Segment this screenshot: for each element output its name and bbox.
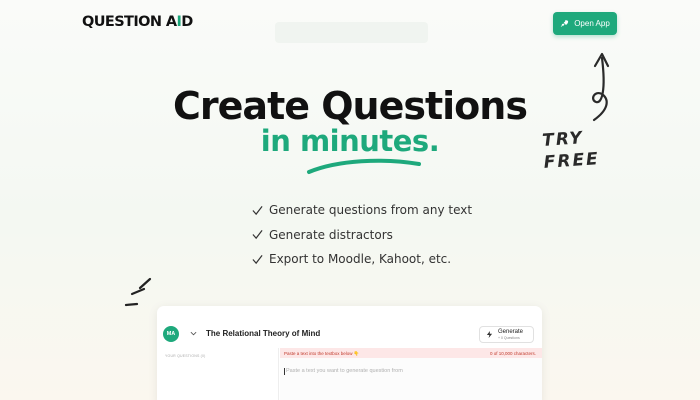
text-input-placeholder: Paste a text you want to generate questi… — [286, 368, 403, 374]
feature-text: Generate distractors — [269, 227, 393, 242]
logo-prefix: QUESTION A — [82, 14, 177, 30]
generate-button[interactable]: Generate + 0 Questions — [479, 326, 534, 343]
divider — [278, 348, 279, 400]
feature-item: Export to Moodle, Kahoot, etc. — [252, 247, 472, 272]
feature-text: Export to Moodle, Kahoot, etc. — [269, 252, 452, 267]
document-title[interactable]: The Relational Theory of Mind — [206, 329, 320, 338]
open-app-button[interactable]: Open App — [553, 12, 617, 35]
sparkle-dashes-icon — [124, 277, 152, 307]
check-icon — [252, 230, 263, 240]
feature-list: Generate questions from any text Generat… — [252, 198, 472, 272]
notice-text: Paste a text into the textbox below 👇 — [284, 350, 360, 356]
hero-underline-icon — [307, 158, 421, 174]
avatar[interactable]: MA — [163, 326, 179, 342]
nav-placeholder — [275, 22, 428, 43]
check-icon — [252, 205, 263, 215]
logo-suffix: D — [181, 14, 193, 30]
lightning-icon — [486, 331, 493, 338]
check-icon — [252, 254, 263, 264]
generate-sub: + 0 Questions — [498, 335, 520, 340]
free-label: FREE — [543, 149, 601, 173]
feature-item: Generate distractors — [252, 223, 472, 248]
char-count: 0 of 10,000 characters. — [489, 350, 536, 356]
text-cursor — [284, 368, 285, 375]
feature-text: Generate questions from any text — [269, 203, 473, 218]
curly-arrow-icon — [592, 52, 610, 122]
rocket-icon — [560, 20, 569, 27]
feature-item: Generate questions from any text — [252, 198, 472, 223]
open-app-label: Open App — [574, 19, 610, 28]
logo[interactable]: QUESTION AID — [82, 14, 193, 30]
try-free-label: TRY FREE — [542, 126, 601, 174]
text-input[interactable]: Paste a text you want to generate questi… — [280, 358, 542, 400]
notice-bar: Paste a text into the textbox below 👇 0 … — [280, 348, 542, 358]
app-preview-card: MA The Relational Theory of Mind Generat… — [157, 306, 542, 400]
questions-sidebar-label: YOUR QUESTIONS (0) — [165, 354, 206, 358]
chevron-down-icon[interactable] — [190, 330, 197, 337]
